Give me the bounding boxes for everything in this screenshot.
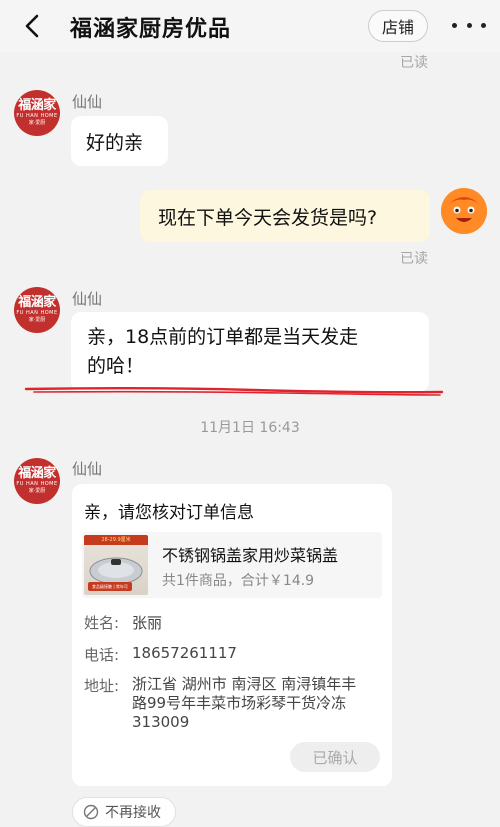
message-text-line: 的哈！ xyxy=(87,355,145,377)
dot-icon xyxy=(452,22,457,28)
user-avatar[interactable] xyxy=(441,188,487,234)
dot-icon xyxy=(481,22,486,28)
message-text: 好的亲 xyxy=(86,132,144,154)
product-item[interactable]: 28-29.9厘米 食品级接触 | 常年可 不锈钢锅盖家用炒菜锅盖 共1件商品，… xyxy=(82,532,382,598)
shop-avatar[interactable]: 福涵家 FU HAN HOME 家·爱厨 xyxy=(14,90,60,136)
read-receipt: 已读 xyxy=(400,251,428,267)
name-label: 姓名: xyxy=(84,614,120,632)
confirmed-button[interactable]: 已确认 xyxy=(290,742,380,772)
nav-header: 福涵家厨房优品 店铺 xyxy=(0,0,500,52)
phone-value: 18657261117 xyxy=(132,644,237,662)
shop-button[interactable]: 店铺 xyxy=(368,10,428,42)
sender-name: 仙仙 xyxy=(72,460,103,478)
cartoon-face-icon xyxy=(441,188,487,234)
order-confirm-card[interactable]: 亲，请您核对订单信息 28-29.9厘米 食品级接触 | 常年可 不锈钢锅盖家用… xyxy=(72,484,392,786)
name-value: 张丽 xyxy=(132,614,163,632)
chevron-left-icon xyxy=(25,14,39,38)
chat-title: 福涵家厨房优品 xyxy=(70,17,232,42)
product-name: 不锈钢锅盖家用炒菜锅盖 xyxy=(162,546,339,565)
message-bubble[interactable]: 好的亲 xyxy=(71,116,168,166)
name-row: 姓名: 张丽 xyxy=(84,612,162,633)
red-underline-annotation xyxy=(24,387,444,396)
more-options-button[interactable] xyxy=(452,12,486,38)
block-icon xyxy=(83,804,99,820)
phone-row: 电话: 18657261117 xyxy=(84,644,237,665)
message-text: 现在下单今天会发货是吗? xyxy=(158,207,378,229)
message-bubble[interactable]: 亲，18点前的订单都是当天发走 的哈！ xyxy=(71,312,429,392)
product-summary: 共1件商品，合计￥14.9 xyxy=(162,573,315,589)
product-thumbnail: 28-29.9厘米 食品级接触 | 常年可 xyxy=(84,535,148,595)
sender-name: 仙仙 xyxy=(72,290,103,308)
address-label: 地址: xyxy=(84,677,120,695)
shop-avatar[interactable]: 福涵家 FU HAN HOME 家·爱厨 xyxy=(14,287,60,333)
back-button[interactable] xyxy=(18,12,46,40)
phone-label: 电话: xyxy=(84,646,120,664)
sender-name: 仙仙 xyxy=(72,93,103,111)
card-title: 亲，请您核对订单信息 xyxy=(84,503,254,523)
shop-avatar[interactable]: 福涵家 FU HAN HOME 家·爱厨 xyxy=(14,458,60,504)
address-value: 浙江省 湖州市 南浔区 南浔镇年丰 路99号年丰菜市场彩琴干货冷冻 313009 xyxy=(132,675,357,731)
read-receipt: 已读 xyxy=(400,55,428,71)
message-bubble-self[interactable]: 现在下单今天会发货是吗? xyxy=(140,190,430,242)
dot-icon xyxy=(466,22,472,28)
timestamp: 11月1日 16:43 xyxy=(200,420,300,436)
stop-receiving-button[interactable]: 不再接收 xyxy=(72,797,176,827)
message-text-line: 亲，18点前的订单都是当天发走 xyxy=(87,326,359,348)
